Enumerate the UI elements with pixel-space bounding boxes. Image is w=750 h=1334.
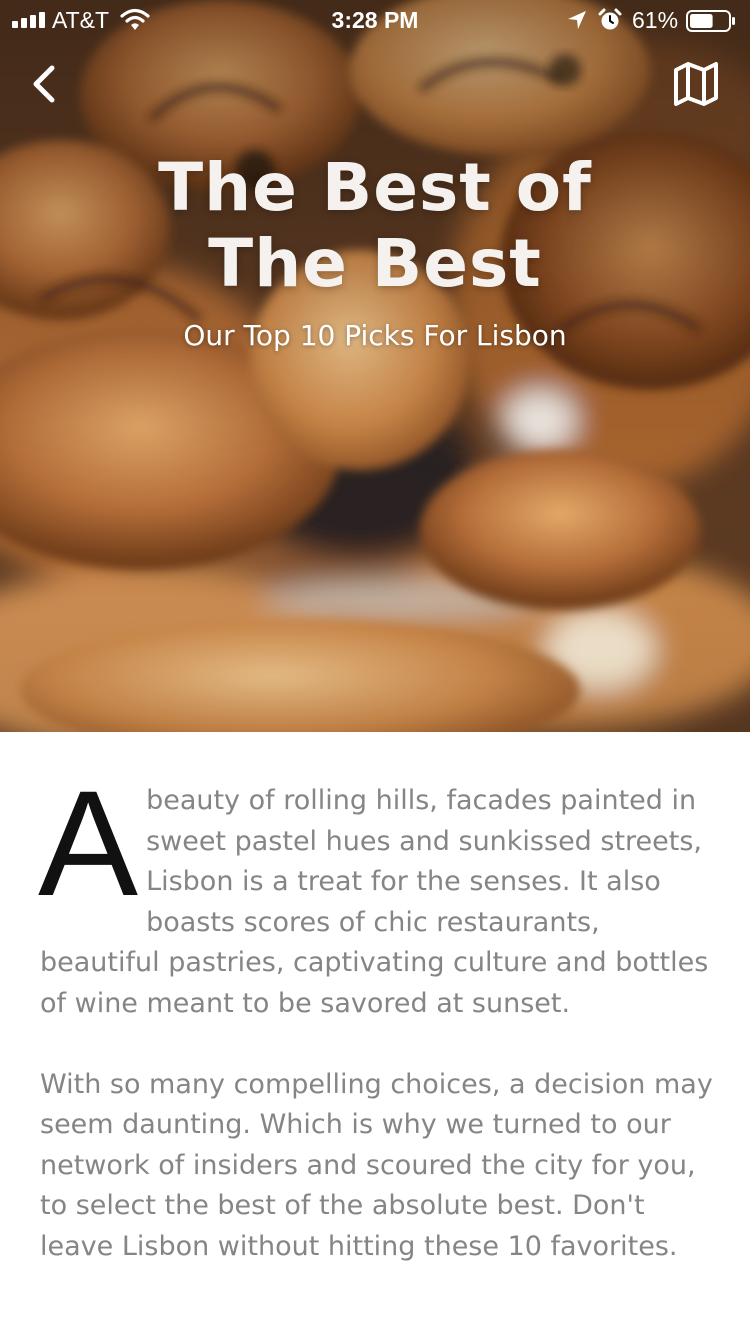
battery-icon	[686, 10, 735, 32]
intro-paragraph: A beauty of rolling hills, facades paint…	[38, 759, 720, 1025]
folded-map-icon	[674, 62, 718, 106]
hero-image: AT&T 3:28 PM 61% The Best of The Best Ou…	[0, 0, 750, 732]
battery-percent: 61%	[632, 7, 679, 33]
drop-cap: A	[38, 759, 139, 927]
back-button[interactable]	[22, 58, 70, 110]
title-line-2: The Best	[208, 225, 542, 302]
hero-overlay	[0, 0, 750, 732]
second-paragraph: With so many compelling choices, a decis…	[40, 1068, 713, 1262]
article-body: A beauty of rolling hills, facades paint…	[38, 759, 720, 1268]
intro-paragraph-text: beauty of rolling hills, facades painted…	[40, 785, 709, 1019]
chevron-left-icon	[33, 65, 55, 103]
status-bar: AT&T 3:28 PM 61%	[0, 0, 750, 40]
page-subtitle: Our Top 10 Picks For Lisbon	[183, 319, 567, 352]
map-button[interactable]	[670, 58, 722, 110]
page-title: The Best of The Best	[0, 150, 750, 302]
alarm-clock-icon	[598, 8, 622, 30]
screen: AT&T 3:28 PM 61% The Best of The Best Ou…	[0, 0, 750, 1334]
title-line-1: The Best of	[158, 149, 592, 226]
location-arrow-icon	[568, 11, 586, 29]
